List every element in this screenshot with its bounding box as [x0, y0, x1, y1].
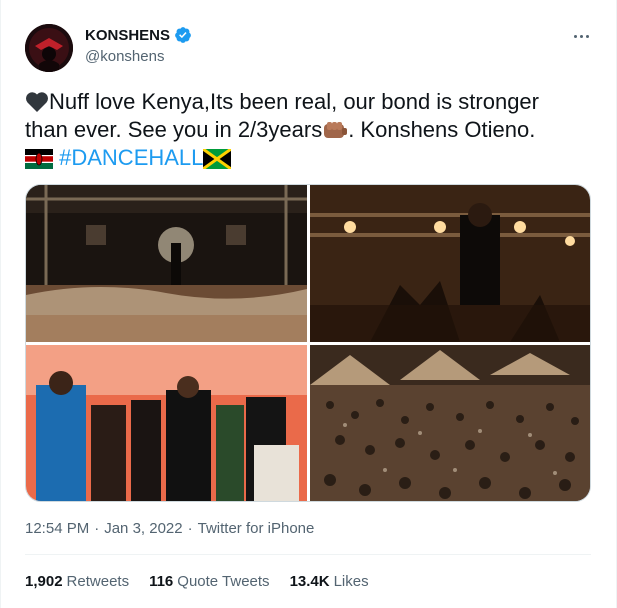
tweet-date[interactable]: Jan 3, 2022 — [104, 520, 182, 537]
media-group-photo[interactable] — [26, 345, 307, 501]
fist-bump-icon — [322, 117, 348, 142]
likes-stat[interactable]: 13.4K Likes — [290, 573, 369, 590]
user-handle[interactable]: @konshens — [85, 48, 164, 65]
avatar-image — [25, 24, 73, 72]
tweet-time[interactable]: 12:54 PM — [25, 520, 89, 537]
tweet-metadata: 12:54 PM · Jan 3, 2022 · Twitter for iPh… — [25, 520, 314, 537]
meta-separator: · — [187, 520, 193, 537]
tweet-card: KONSHENS @konshens Nuff love Kenya,Its b… — [0, 0, 617, 608]
meta-separator: · — [94, 520, 100, 537]
kenya-flag-icon — [25, 145, 53, 170]
retweets-stat[interactable]: 1,902 Retweets — [25, 573, 129, 590]
media-crowd-photo[interactable] — [310, 345, 590, 501]
media-stage-wide[interactable] — [26, 185, 307, 342]
black-heart-icon — [25, 89, 49, 114]
verified-badge-icon — [174, 26, 192, 44]
display-name[interactable]: KONSHENS — [85, 27, 170, 44]
tweet-source[interactable]: Twitter for iPhone — [198, 520, 315, 537]
tweet-line-2b: . Konshens Otieno. — [348, 117, 536, 142]
tweet-stats: 1,902 Retweets 116 Quote Tweets 13.4K Likes — [25, 573, 369, 590]
divider — [25, 554, 591, 555]
jamaica-flag-icon — [203, 145, 232, 170]
hashtag-link[interactable]: #DANCEHALL — [59, 145, 203, 170]
media-stage-closeup[interactable] — [310, 185, 590, 342]
tweet-line-2a: than ever. See you in 2/3years — [25, 117, 323, 142]
tweet-line-1: Nuff love Kenya,Its been real, our bond … — [49, 89, 539, 114]
tweet-text: Nuff love Kenya,Its been real, our bond … — [25, 88, 597, 172]
media-grid — [25, 184, 591, 502]
more-options-icon[interactable] — [567, 26, 595, 46]
avatar[interactable] — [25, 24, 73, 72]
quote-tweets-stat[interactable]: 116 Quote Tweets — [149, 573, 269, 590]
